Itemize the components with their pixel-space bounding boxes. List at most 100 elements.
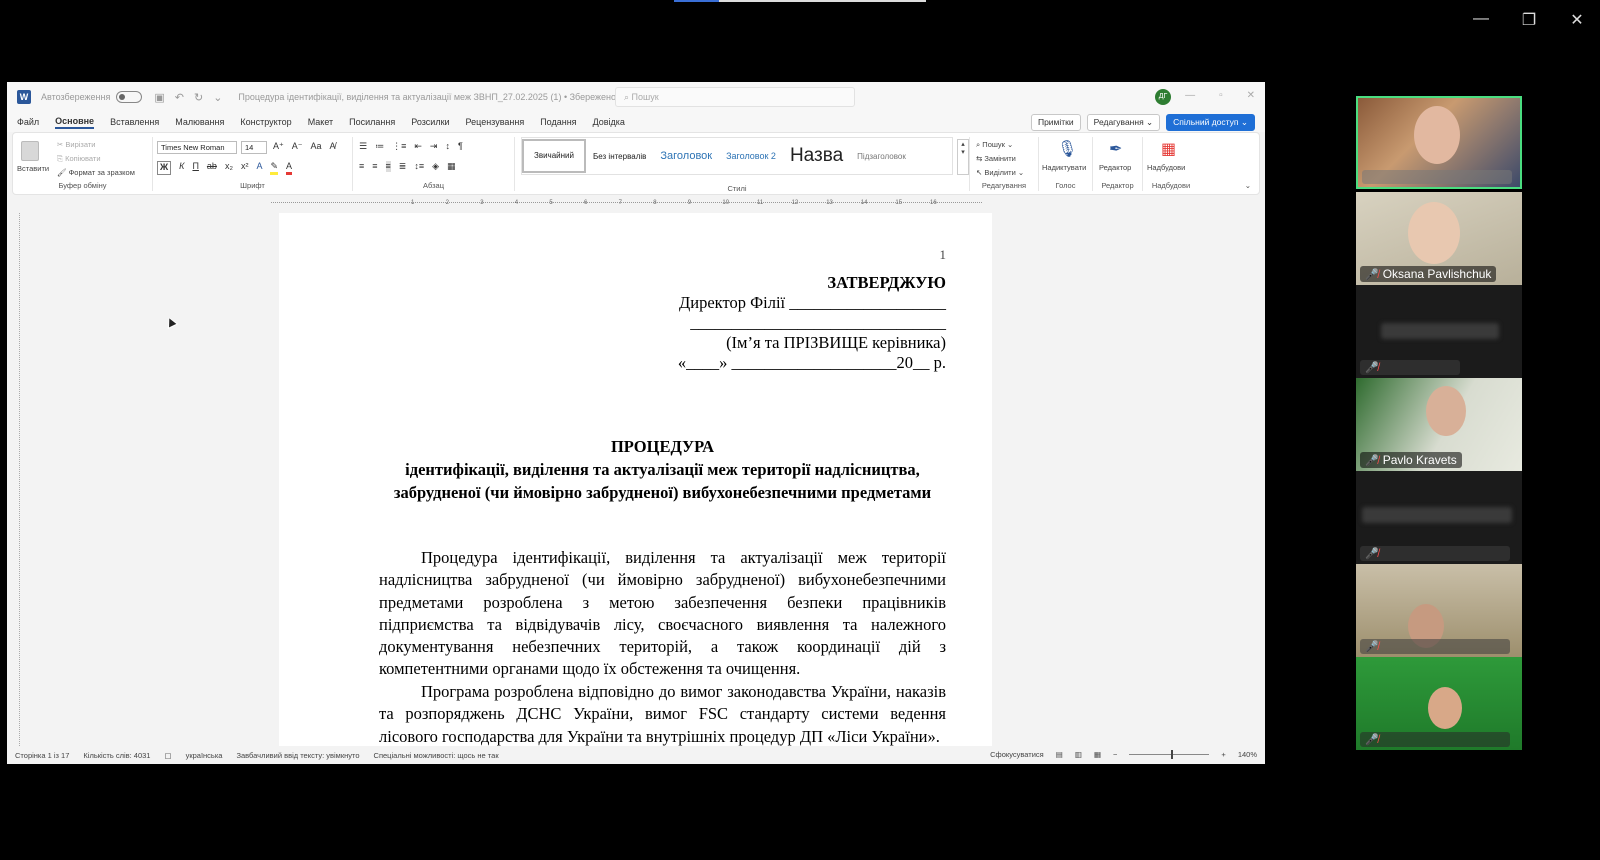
style-item-3[interactable]: Заголовок 2 — [719, 151, 783, 161]
editing-mode-button[interactable]: Редагування ⌄ — [1086, 114, 1161, 131]
read-mode-icon[interactable]: ▤ — [1056, 750, 1063, 759]
web-layout-icon[interactable]: ▦ — [1094, 750, 1101, 759]
undo-icon[interactable]: ↶ — [175, 91, 184, 104]
style-item-5[interactable]: Підзаголовок — [850, 152, 913, 161]
style-item-0[interactable]: Звичайний — [522, 139, 586, 173]
justify-icon[interactable]: ≣ — [399, 161, 407, 172]
multilevel-icon[interactable]: ⋮≡ — [392, 141, 406, 152]
addins-grid-icon[interactable]: ▦ — [1161, 139, 1176, 159]
strikethrough-icon[interactable]: ab — [207, 161, 217, 175]
subscript-icon[interactable]: x₂ — [225, 161, 233, 175]
vertical-ruler[interactable] — [12, 213, 20, 746]
italic-icon[interactable]: К — [179, 161, 184, 175]
document-title[interactable]: Процедура ідентифікації, виділення та ак… — [238, 92, 626, 103]
dictate-button[interactable]: Надиктувати — [1042, 163, 1086, 172]
align-center-icon[interactable]: ≡ — [372, 161, 377, 172]
numbering-icon[interactable]: ≔ — [375, 141, 384, 152]
tab-3[interactable]: Малювання — [175, 117, 224, 127]
microphone-icon[interactable]: 🎙 — [1057, 139, 1077, 159]
cut-button[interactable]: ✂ Вирізати — [57, 140, 95, 149]
tab-0[interactable]: Файл — [17, 117, 39, 127]
highlight-icon[interactable]: ✎ — [270, 161, 278, 175]
minimize-icon[interactable]: — — [1472, 10, 1490, 30]
bullets-icon[interactable]: ☰ — [359, 141, 367, 152]
autosave-toggle[interactable] — [116, 91, 143, 103]
font-color-icon[interactable]: A — [286, 161, 293, 175]
line-spacing-icon[interactable]: ↕≡ — [414, 161, 424, 172]
word-close-icon[interactable]: ✕ — [1247, 90, 1255, 101]
align-left-icon[interactable]: ≡ — [359, 161, 364, 172]
borders-icon[interactable]: ▦ — [447, 161, 456, 172]
proofing-icon[interactable]: ▢ — [164, 751, 171, 760]
word-minimize-icon[interactable]: — — [1185, 90, 1195, 101]
document-page[interactable]: 1 ЗАТВЕРДЖУЮ Директор Філії ____________… — [279, 213, 992, 746]
tab-4[interactable]: Конструктор — [240, 117, 291, 127]
participant-tile[interactable] — [1356, 96, 1522, 189]
tab-1[interactable]: Основне — [55, 116, 95, 129]
word-count[interactable]: Кількість слів: 4031 — [83, 751, 150, 760]
participant-tile[interactable]: 🎤̸ — [1356, 471, 1522, 564]
redo-icon[interactable]: ↻ — [194, 91, 203, 104]
focus-button[interactable]: Сфокусуватися — [990, 750, 1044, 759]
pilcrow-icon[interactable]: ¶ — [458, 141, 463, 152]
copy-button[interactable]: ⎘ Копіювати — [57, 154, 101, 164]
paste-icon[interactable] — [21, 141, 39, 161]
collapse-ribbon-icon[interactable]: ⌄ — [1245, 181, 1251, 190]
underline-icon[interactable]: П — [192, 161, 198, 175]
grow-font-icon[interactable]: A⁺ — [273, 141, 284, 152]
tab-6[interactable]: Посилання — [349, 117, 395, 127]
participant-tile[interactable]: 🎤̸ — [1356, 657, 1522, 750]
shrink-font-icon[interactable]: A⁻ — [292, 141, 303, 152]
horizontal-ruler[interactable]: 1 2 3 4 5 6 7 8 9 10 11 12 13 14 15 16 — [7, 198, 1265, 212]
style-item-4[interactable]: Назва — [783, 145, 850, 167]
page-count[interactable]: Сторінка 1 із 17 — [15, 751, 69, 760]
select-button[interactable]: ↖ Виділити ⌄ — [976, 168, 1024, 177]
share-button[interactable]: Спільний доступ ⌄ — [1166, 114, 1255, 131]
paste-button[interactable]: Вставити — [17, 164, 49, 173]
zoom-out-icon[interactable]: − — [1113, 750, 1117, 759]
print-layout-icon[interactable]: ▥ — [1075, 750, 1082, 759]
align-right-icon[interactable]: ≡ — [385, 161, 391, 172]
zoom-slider[interactable] — [1129, 750, 1210, 759]
font-size-select[interactable]: 14 — [241, 141, 267, 154]
clear-format-icon[interactable]: A̸ — [330, 141, 336, 152]
close-icon[interactable]: ✕ — [1568, 10, 1586, 30]
decrease-indent-icon[interactable]: ⇤ — [414, 141, 422, 152]
accessibility-status[interactable]: Спеціальні можливості: щось не так — [374, 751, 499, 760]
zoom-slider-knob[interactable] — [1171, 750, 1174, 759]
font-name-select[interactable]: Times New Roman — [157, 141, 237, 154]
notes-button[interactable]: Примітки — [1030, 114, 1081, 131]
zoom-level[interactable]: 140% — [1238, 750, 1257, 759]
tab-7[interactable]: Розсилки — [411, 117, 449, 127]
participant-tile[interactable]: 🎤̸ — [1356, 564, 1522, 657]
participant-tile[interactable]: 🎤̸ Pavlo Kravets — [1356, 378, 1522, 471]
restore-icon[interactable]: ❐ — [1520, 10, 1538, 30]
tab-10[interactable]: Довідка — [593, 117, 625, 127]
superscript-icon[interactable]: x² — [241, 161, 249, 175]
styles-more-icon[interactable]: ▴ ▾ — [957, 139, 969, 175]
text-effects-icon[interactable]: A — [256, 161, 262, 175]
addins-button[interactable]: Надбудови — [1147, 163, 1185, 172]
participant-tile[interactable]: 🎤̸ — [1356, 285, 1522, 378]
participant-tile[interactable]: 🎤̸ Oksana Pavlishchuk — [1356, 192, 1522, 285]
bold-icon[interactable]: Ж — [157, 161, 172, 175]
replace-button[interactable]: ⇆ Замінити — [976, 154, 1016, 163]
tab-5[interactable]: Макет — [308, 117, 333, 127]
tab-9[interactable]: Подання — [540, 117, 576, 127]
increase-indent-icon[interactable]: ⇥ — [430, 141, 438, 152]
format-painter-button[interactable]: 🖌 Формат за зразком — [57, 168, 135, 177]
change-case-icon[interactable]: Aa — [311, 141, 322, 152]
style-item-2[interactable]: Заголовок — [653, 150, 719, 162]
editor-pen-icon[interactable]: ✒ — [1109, 139, 1122, 159]
shading-icon[interactable]: ◈ — [432, 161, 439, 172]
language-status[interactable]: українська — [186, 751, 223, 760]
predictive-text-status[interactable]: Завбачливий ввід тексту: увімкнуто — [236, 751, 359, 760]
zoom-in-icon[interactable]: + — [1221, 750, 1225, 759]
search-input[interactable]: ⌕ Пошук — [615, 87, 855, 107]
word-restore-icon[interactable]: ▫ — [1219, 90, 1223, 101]
avatar[interactable]: ДГ — [1155, 89, 1171, 105]
editor-button[interactable]: Редактор — [1099, 163, 1131, 172]
sort-icon[interactable]: ↕ — [445, 141, 450, 152]
find-button[interactable]: ⌕ Пошук ⌄ — [976, 140, 1013, 150]
save-icon[interactable]: ▣ — [154, 91, 164, 104]
